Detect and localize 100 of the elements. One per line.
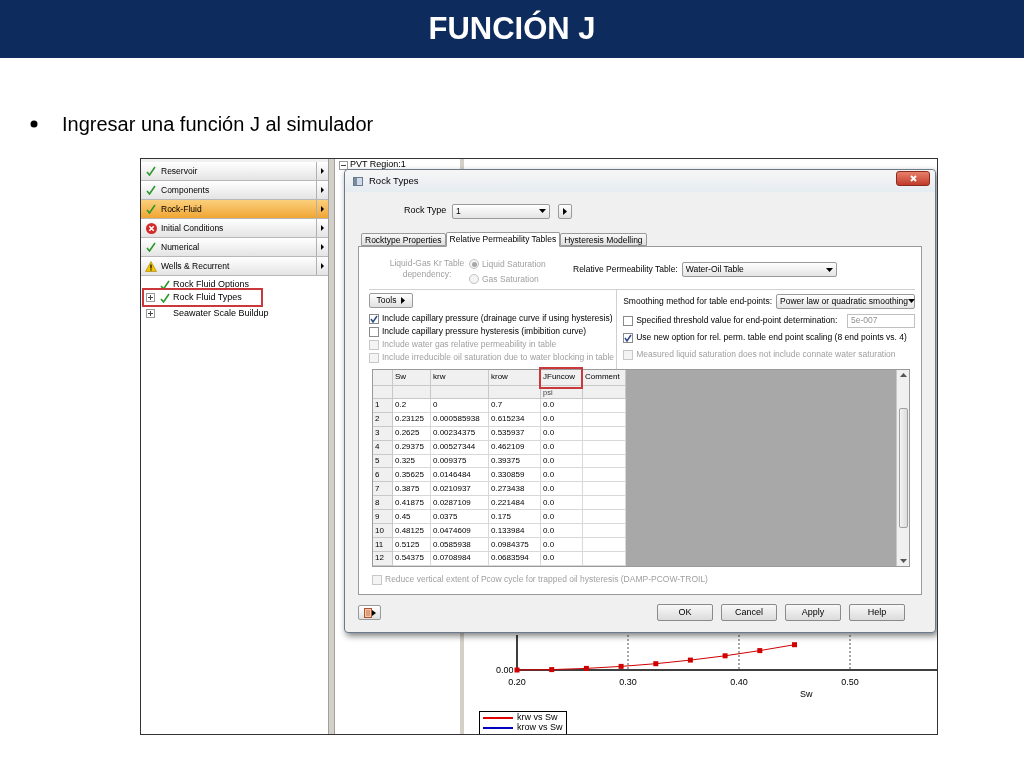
table-cell[interactable]: 0.00527344: [431, 440, 489, 455]
table-cell[interactable]: 0.54375: [393, 552, 431, 566]
table-cell[interactable]: 0.0: [541, 454, 583, 469]
nav-item[interactable]: Initial Conditions: [141, 219, 328, 238]
table-cell[interactable]: 0.0585938: [431, 538, 489, 552]
table-cell[interactable]: [583, 482, 626, 497]
table-cell[interactable]: 0.0: [541, 496, 583, 511]
table-cell[interactable]: [583, 440, 626, 455]
dialog-button[interactable]: Help: [849, 604, 905, 621]
table-cell[interactable]: 0.535937: [489, 426, 541, 441]
dialog-button[interactable]: OK: [657, 604, 713, 621]
table-cell[interactable]: 0.0: [541, 482, 583, 497]
table-cell[interactable]: 0.0683594: [489, 552, 541, 566]
next-button[interactable]: [558, 203, 572, 219]
table-cell[interactable]: 0.45: [393, 510, 431, 525]
table-cell[interactable]: 0.48125: [393, 524, 431, 539]
scroll-up-icon: [899, 373, 907, 377]
table-cell[interactable]: 0.0: [541, 524, 583, 539]
nav-item[interactable]: Numerical: [141, 238, 328, 257]
table-cell[interactable]: 0.221484: [489, 496, 541, 511]
table-cell[interactable]: 0.462109: [489, 440, 541, 455]
table-cell[interactable]: 0.175: [489, 510, 541, 525]
table-cell[interactable]: 0.615234: [489, 412, 541, 427]
tab[interactable]: Relative Permeability Tables: [445, 232, 561, 247]
column-header[interactable]: krow: [489, 370, 541, 386]
table-cell[interactable]: 0.2625: [393, 426, 431, 441]
table-cell[interactable]: [583, 524, 626, 539]
smoothing-dropdown[interactable]: Power law or quadratic smoothing: [776, 293, 915, 309]
table-cell[interactable]: 0.0474609: [431, 524, 489, 539]
column-header[interactable]: JFuncow: [541, 370, 583, 386]
table-cell[interactable]: [583, 426, 626, 441]
column-header[interactable]: Sw: [393, 370, 431, 386]
column-header[interactable]: krw: [431, 370, 489, 386]
table-cell[interactable]: 0.330859: [489, 468, 541, 483]
table-cell[interactable]: 0.35625: [393, 468, 431, 483]
tab[interactable]: Rocktype Properties: [361, 233, 446, 246]
checkbox[interactable]: [369, 313, 379, 324]
table-cell[interactable]: 0.00234375: [431, 426, 489, 441]
table-cell[interactable]: 0.0287109: [431, 496, 489, 511]
table-cell[interactable]: [583, 538, 626, 552]
table-cell[interactable]: [583, 510, 626, 525]
table-cell[interactable]: 0.0708984: [431, 552, 489, 566]
nav-item[interactable]: Rock-Fluid: [141, 200, 328, 219]
table-cell[interactable]: 0.41875: [393, 496, 431, 511]
table-cell[interactable]: 0.7: [489, 398, 541, 413]
tree-item[interactable]: Seawater Scale Buildup: [173, 306, 269, 321]
table-cell[interactable]: 0.0: [541, 510, 583, 525]
checkbox[interactable]: [623, 332, 634, 343]
table-cell[interactable]: 0.325: [393, 454, 431, 469]
column-header[interactable]: Comment: [583, 370, 626, 386]
table-cell[interactable]: 0.2: [393, 398, 431, 413]
rock-type-dropdown[interactable]: 1: [452, 203, 550, 219]
table-cell[interactable]: 0.0375: [431, 510, 489, 525]
table-cell[interactable]: 0.39375: [489, 454, 541, 469]
table-cell[interactable]: 0: [431, 398, 489, 413]
table-cell[interactable]: 0.23125: [393, 412, 431, 427]
nav-item[interactable]: Components: [141, 181, 328, 200]
table-cell[interactable]: 0.0: [541, 412, 583, 427]
table-cell[interactable]: 0.0210937: [431, 482, 489, 497]
table-cell[interactable]: 0.0: [541, 538, 583, 552]
table-cell[interactable]: 0.0984375: [489, 538, 541, 552]
nav-item[interactable]: Reservoir: [141, 162, 328, 181]
table-cell[interactable]: [583, 468, 626, 483]
table-cell[interactable]: [583, 412, 626, 427]
table-cell[interactable]: [583, 454, 626, 469]
table-cell[interactable]: 0.000585938: [431, 412, 489, 427]
tree-item[interactable]: Rock Fluid Types: [173, 290, 242, 305]
table-cell[interactable]: [583, 496, 626, 511]
table-cell[interactable]: 0.133984: [489, 524, 541, 539]
table-cell[interactable]: 0.3875: [393, 482, 431, 497]
dialog-button[interactable]: Cancel: [721, 604, 777, 621]
splitter[interactable]: [328, 159, 335, 734]
table-cell[interactable]: [583, 552, 626, 566]
tree-item[interactable]: Rock Fluid Options: [173, 277, 250, 292]
arrow-icon: [401, 297, 406, 304]
table-cell[interactable]: 0.0146484: [431, 468, 489, 483]
tools-button[interactable]: Tools: [369, 293, 413, 308]
table-cell[interactable]: 0.5125: [393, 538, 431, 552]
table-cell[interactable]: 0.0: [541, 468, 583, 483]
checkbox[interactable]: [369, 326, 379, 337]
scrollbar[interactable]: [896, 370, 909, 566]
table-cell[interactable]: 0.273438: [489, 482, 541, 497]
table-cell[interactable]: 0.009375: [431, 454, 489, 469]
table-cell[interactable]: 0.0: [541, 398, 583, 413]
table-cell[interactable]: 0.29375: [393, 440, 431, 455]
tab[interactable]: Hysteresis Modelling: [560, 233, 647, 246]
axis-tick-label: 0.50: [841, 676, 859, 689]
nav-item[interactable]: Wells & Recurrent: [141, 257, 328, 276]
table-cell[interactable]: 0.0: [541, 426, 583, 441]
dialog-button[interactable]: Apply: [785, 604, 841, 621]
table-cell[interactable]: [583, 398, 626, 413]
tree-item[interactable]: PVT Region:1: [350, 159, 406, 172]
scrollbar-thumb[interactable]: [898, 408, 908, 528]
table-cell[interactable]: 0.0: [541, 440, 583, 455]
table-cell[interactable]: 0.0: [541, 552, 583, 566]
export-button[interactable]: [358, 605, 381, 620]
checkbox[interactable]: [623, 315, 634, 326]
close-button[interactable]: [896, 171, 930, 186]
table-dropdown[interactable]: Water-Oil Table: [681, 262, 837, 277]
row-number: 12: [373, 552, 393, 566]
